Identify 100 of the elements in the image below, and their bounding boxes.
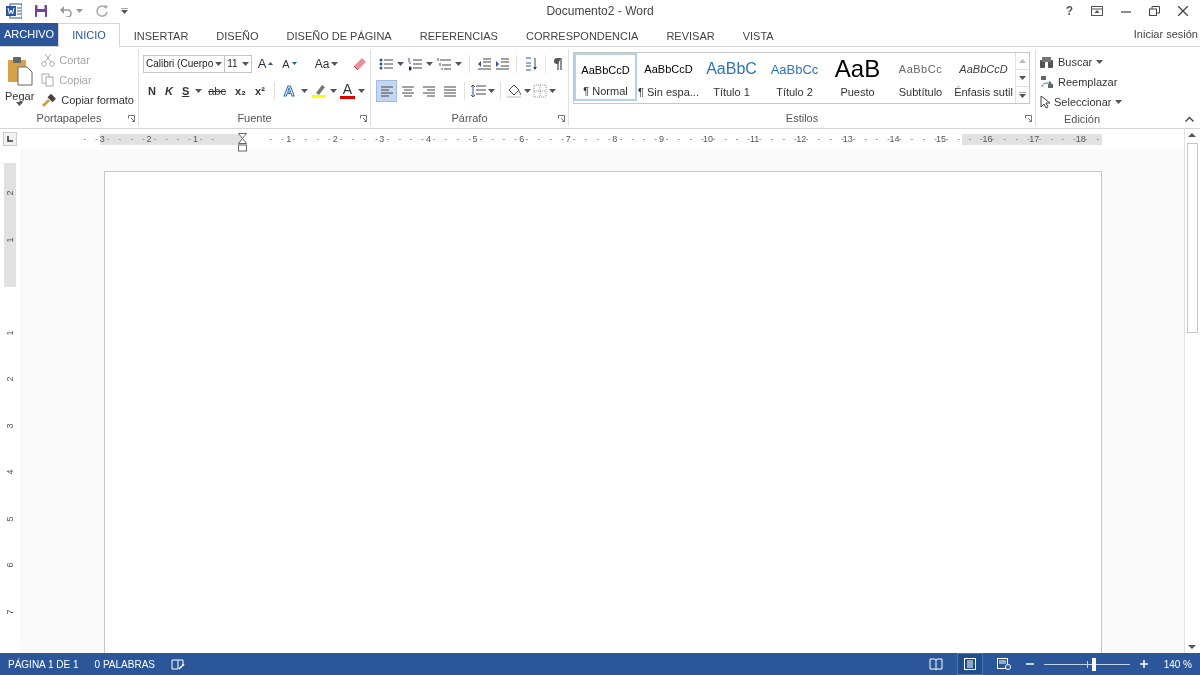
help-button[interactable]: ? xyxy=(1065,4,1073,18)
indent-marker-icon[interactable] xyxy=(237,132,247,153)
underline-button[interactable]: S xyxy=(178,84,193,97)
caret-icon[interactable] xyxy=(524,88,531,93)
caret-icon[interactable] xyxy=(358,88,365,93)
caret-icon[interactable] xyxy=(488,88,495,93)
caret-icon[interactable] xyxy=(195,88,203,93)
caret-icon[interactable] xyxy=(397,61,404,66)
caret-icon[interactable] xyxy=(16,102,24,106)
replace-icon[interactable] xyxy=(1040,75,1054,89)
ribbon-display-icon[interactable] xyxy=(1091,6,1103,16)
paint-bucket-icon[interactable] xyxy=(506,82,522,99)
zoom-out-icon[interactable] xyxy=(1025,660,1034,668)
restore-icon[interactable] xyxy=(1149,6,1160,16)
up-triangle-icon[interactable] xyxy=(268,62,274,65)
web-layout-icon[interactable] xyxy=(996,658,1011,670)
ribbon-tab[interactable]: REVISAR xyxy=(652,24,729,47)
word-count[interactable]: 0 PALABRAS xyxy=(94,658,155,670)
book-icon[interactable] xyxy=(928,658,943,670)
undo-icon[interactable] xyxy=(60,5,74,17)
scroll-down-icon[interactable] xyxy=(1019,76,1026,80)
page-layout-icon[interactable] xyxy=(963,658,976,670)
dialog-launcher-icon[interactable] xyxy=(558,115,565,122)
sign-in-link[interactable]: Iniciar sesión xyxy=(1133,28,1200,40)
ribbon-tab[interactable]: CORRESPONDENCIA xyxy=(511,24,653,47)
ribbon-tab[interactable]: VISTA xyxy=(728,24,788,47)
caret-icon[interactable] xyxy=(241,61,249,66)
select-button[interactable]: Seleccionar xyxy=(1040,92,1123,112)
caret-icon[interactable] xyxy=(426,61,433,66)
bold-button[interactable]: N xyxy=(145,84,159,97)
paste-button[interactable]: Pegar xyxy=(4,50,36,110)
pilcrow-icon[interactable] xyxy=(553,56,563,71)
numbered-list-icon[interactable] xyxy=(408,56,422,71)
ribbon-tab[interactable]: INICIO xyxy=(58,23,120,47)
page-count[interactable]: PÁGINA 1 DE 1 xyxy=(8,658,79,670)
scrollbar-thumb[interactable] xyxy=(1187,143,1198,333)
word-logo-icon[interactable] xyxy=(6,3,22,19)
proofing-book-icon[interactable] xyxy=(171,658,185,670)
ruler-number: 7 xyxy=(564,133,572,144)
painter-button[interactable]: Copiar formato xyxy=(41,90,134,110)
caret-icon[interactable] xyxy=(300,88,308,93)
style-item[interactable]: AaBbCcD ¶ Normal xyxy=(574,53,637,101)
zoom-slider[interactable] xyxy=(1043,659,1130,669)
caret-icon[interactable] xyxy=(329,88,337,93)
caret-icon[interactable] xyxy=(215,61,223,66)
paintbrush-icon[interactable] xyxy=(41,93,58,107)
zoom-level[interactable]: 140 % xyxy=(1163,658,1192,670)
file-tab[interactable]: ARCHIVO xyxy=(0,23,59,46)
dialog-launcher-icon[interactable] xyxy=(1025,115,1032,122)
ribbon-tab[interactable]: DISEÑO DE PÁGINA xyxy=(272,24,406,47)
increase-indent-icon[interactable] xyxy=(495,56,509,71)
font-color-button[interactable]: A xyxy=(339,82,355,99)
collapse-ribbon-icon[interactable] xyxy=(1185,116,1194,122)
ruler-number: 2 xyxy=(145,133,153,144)
change-case-button[interactable]: Aa xyxy=(311,56,342,71)
print-view-button[interactable] xyxy=(957,654,982,674)
caret-icon[interactable] xyxy=(455,61,462,66)
customize-caret-icon[interactable] xyxy=(121,8,128,14)
font-name-field[interactable]: Calibri (Cuerpo xyxy=(143,54,226,73)
dialog-launcher-icon[interactable] xyxy=(128,115,135,122)
clipboard-icon[interactable] xyxy=(6,56,33,86)
grow-font-button[interactable]: A xyxy=(254,56,277,71)
style-item[interactable]: AaBbCcD ¶ Sin espa... xyxy=(637,53,700,101)
line-spacing-icon[interactable] xyxy=(470,83,486,98)
style-item[interactable]: AaB Puesto xyxy=(826,53,889,101)
zoom-in-icon[interactable] xyxy=(1139,660,1148,668)
multilevel-list-icon[interactable] xyxy=(437,56,451,71)
binoculars-icon[interactable] xyxy=(1040,56,1054,68)
caret-icon[interactable] xyxy=(1115,100,1123,104)
replace-button[interactable]: Reemplazar xyxy=(1040,72,1123,92)
style-item[interactable]: AaBbCc Subtítulo xyxy=(889,53,952,101)
ribbon-tab[interactable]: INSERTAR xyxy=(119,24,203,47)
tab-stop-icon[interactable] xyxy=(3,132,17,146)
style-item[interactable]: AaBbCc Título 2 xyxy=(763,53,826,101)
style-label: Subtítulo xyxy=(898,86,943,98)
strikethrough-button[interactable]: abc xyxy=(205,84,229,97)
close-icon[interactable] xyxy=(1178,6,1188,16)
cursor-icon[interactable] xyxy=(1040,95,1050,109)
style-label: Título 2 xyxy=(776,86,813,98)
style-item[interactable]: AaBbCcD Énfasis sutil xyxy=(952,53,1015,101)
superscript-button[interactable]: x² xyxy=(252,84,268,97)
ribbon-tab[interactable]: REFERENCIAS xyxy=(405,24,512,47)
bullet-list-icon[interactable] xyxy=(379,56,393,71)
caret-icon[interactable] xyxy=(549,88,556,93)
caret-icon[interactable] xyxy=(331,61,339,66)
italic-button[interactable]: K xyxy=(161,84,176,97)
down-triangle-icon[interactable] xyxy=(291,62,297,65)
dialog-launcher-icon[interactable] xyxy=(360,115,367,122)
highlighter-icon[interactable] xyxy=(310,82,327,99)
shrink-font-button[interactable]: A xyxy=(279,57,300,70)
sort-icon[interactable] xyxy=(524,56,538,71)
style-item[interactable]: AaBbC Título 1 xyxy=(700,53,763,101)
decrease-indent-icon[interactable] xyxy=(477,56,491,71)
ribbon-tab[interactable]: DISEÑO xyxy=(202,24,273,47)
zoom-slider-thumb[interactable] xyxy=(1091,657,1096,671)
subscript-button[interactable]: x₂ xyxy=(232,84,249,97)
more-styles-icon[interactable] xyxy=(1019,92,1026,98)
find-button[interactable]: Buscar xyxy=(1040,52,1123,72)
caret-icon[interactable] xyxy=(1096,60,1104,64)
font-size-field[interactable]: 11 xyxy=(224,54,252,73)
